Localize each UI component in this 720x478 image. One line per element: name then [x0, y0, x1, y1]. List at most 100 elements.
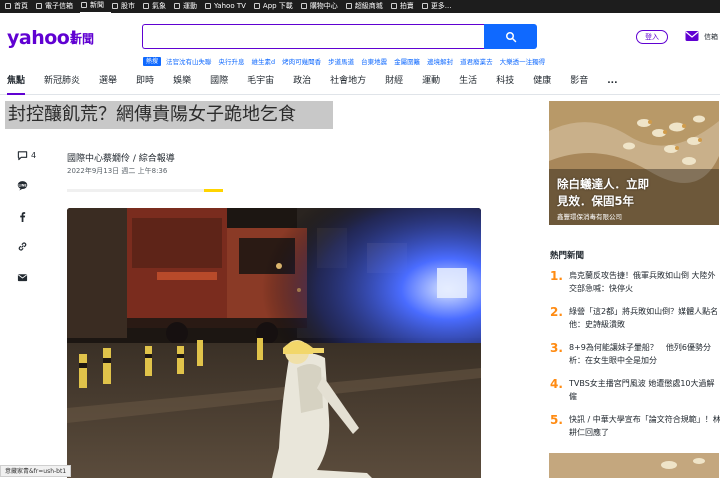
login-button[interactable]: 登入 — [636, 30, 668, 44]
trending-link[interactable]: 步道馬道 — [328, 56, 354, 66]
top-nav-label: 購物中心 — [309, 2, 338, 10]
top-nav-item[interactable]: 新聞 — [80, 0, 111, 14]
top-nav-item[interactable]: 更多... — [421, 0, 459, 13]
hot-news-link[interactable]: 烏克蘭反攻告捷！俄軍兵敗如山倒 大陸外交部急喊：快停火 — [569, 270, 720, 295]
category-tab[interactable]: 毛宇宙 — [247, 67, 274, 95]
yahoo-logo[interactable]: yahoo! — [7, 27, 78, 49]
ad-subtitle: 見效．保固5年 — [557, 194, 635, 208]
trending-link[interactable]: 台東地震 — [361, 56, 387, 66]
line-icon: LINE — [17, 180, 27, 191]
category-more-button[interactable]: ... — [607, 76, 617, 86]
hot-news-item[interactable]: 4. TVBS女主播宮門風波 她遭懲處10大過解僱 — [550, 377, 720, 408]
ad-sponsor: 鑫豐環保消毒有限公司 — [557, 213, 622, 221]
top-nav-label: 首頁 — [14, 2, 28, 10]
trending-link[interactable]: 道君廢業去 — [460, 56, 493, 66]
hot-news-link[interactable]: 8+9為何能讓妹子暈船？ 他列6優勢分析：在女生眼中全是加分 — [569, 342, 720, 367]
category-tab[interactable]: 健康 — [533, 67, 551, 95]
top-nav-item[interactable]: 購物中心 — [300, 0, 345, 13]
hot-news-rank: 4. — [550, 377, 563, 391]
hot-news-link[interactable]: 快訊 / 中華大學宣布「論文符合規範」！林耕仁回應了 — [569, 414, 720, 439]
category-tab[interactable]: 娛樂 — [173, 67, 191, 95]
facebook-icon — [20, 211, 26, 222]
copy-link-button[interactable] — [17, 239, 41, 253]
sidebar-ad-2[interactable] — [549, 453, 719, 478]
top-nav-label: 股市 — [121, 2, 135, 10]
category-tab[interactable]: 影音 — [570, 67, 588, 95]
nav-icon — [421, 3, 428, 9]
top-nav-label: 運動 — [183, 2, 197, 10]
nav-icon — [205, 3, 211, 9]
top-nav-label: 氣象 — [152, 2, 166, 10]
email-share-button[interactable] — [17, 270, 41, 284]
category-tab[interactable]: 新冠肺炎 — [44, 67, 80, 95]
svg-text:LINE: LINE — [18, 183, 27, 187]
category-tab[interactable]: 焦點 — [7, 67, 26, 95]
nav-icon — [143, 3, 149, 9]
article-date: 2022年9月13日 週二 上午8:36 — [67, 167, 168, 175]
hot-news-item[interactable]: 2. 綠營「這2都」將兵敗如山倒？媒體人點名他：史詩級潰敗 — [550, 305, 720, 336]
search-input[interactable] — [142, 24, 484, 49]
nav-icon — [174, 3, 180, 9]
comment-count: 4 — [31, 150, 37, 160]
category-tab[interactable]: 生活 — [459, 67, 477, 95]
sidebar-ad[interactable]: 除白蟻達人．立即 見效．保固5年 鑫豐環保消毒有限公司 — [549, 101, 719, 225]
hot-news-link[interactable]: 綠營「這2都」將兵敗如山倒？媒體人點名他：史詩級潰敗 — [569, 306, 720, 331]
top-nav-item[interactable]: 首頁 — [4, 0, 35, 13]
nav-icon — [36, 3, 42, 9]
nav-icon — [345, 3, 352, 9]
category-tab[interactable]: 政治 — [293, 67, 311, 95]
category-tab[interactable]: 國際 — [210, 67, 228, 95]
line-share-button[interactable]: LINE — [17, 178, 41, 192]
top-nav-label: 新聞 — [90, 1, 104, 9]
top-nav-item[interactable]: 電子信箱 — [35, 0, 80, 13]
ad-image — [549, 453, 719, 478]
trending-link[interactable]: 維生素d — [252, 56, 276, 66]
search-button[interactable] — [484, 24, 537, 49]
hot-news-item[interactable]: 1. 烏克蘭反攻告捷！俄軍兵敗如山倒 大陸外交部急喊：快停火 — [550, 269, 720, 300]
category-nav: 焦點 新冠肺炎 選舉 即時 娛樂 國際 毛宇宙 政治 社會地方 財經 運動 生活 科技 健康 影音... — [0, 67, 720, 95]
top-nav-item[interactable]: Yahoo TV — [204, 0, 253, 13]
top-nav-item[interactable]: 氣象 — [142, 0, 173, 13]
trending-link[interactable]: 大樂透一注獨得 — [500, 56, 546, 66]
article-author[interactable]: 國際中心蔡嫺伶 / 綜合報導 — [67, 151, 175, 164]
top-nav-item[interactable]: 拍賣 — [390, 0, 421, 13]
top-nav-bar: 首頁 電子信箱 新聞 股市 氣象 運動 Yahoo TV App 下載 購物中心 超級商城 拍賣 更多… — [0, 0, 720, 14]
news-logo-text[interactable]: 新聞 — [70, 30, 94, 47]
top-nav-item[interactable]: 超級商城 — [345, 0, 390, 13]
search-icon — [505, 31, 516, 42]
nav-icon — [112, 3, 118, 9]
category-tab[interactable]: 即時 — [136, 67, 154, 95]
article-headline: 封控釀飢荒？網傳貴陽女子跪地乞食 — [5, 101, 333, 129]
category-tab[interactable]: 社會地方 — [330, 67, 366, 95]
nav-icon — [81, 2, 87, 8]
trending-link[interactable]: 法官沈有山失聯 — [166, 56, 212, 66]
top-nav-item[interactable]: 股市 — [111, 0, 142, 13]
mail-label[interactable]: 信箱 — [704, 32, 718, 42]
top-nav-label: 拍賣 — [399, 2, 414, 10]
article-photo[interactable] — [67, 208, 481, 478]
top-nav-label: 更多... — [430, 2, 452, 10]
top-nav-item[interactable]: App 下載 — [253, 0, 300, 13]
hot-news-item[interactable]: 3. 8+9為何能讓妹子暈船？ 他列6優勢分析：在女生眼中全是加分 — [550, 341, 720, 372]
nav-icon — [5, 3, 11, 9]
top-nav-list: 首頁 電子信箱 新聞 股市 氣象 運動 Yahoo TV App 下載 購物中心 超級商城 拍賣 更多… — [4, 0, 459, 14]
trending-link[interactable]: 金屬圍籬 — [394, 56, 420, 66]
facebook-share-button[interactable] — [17, 209, 41, 223]
hot-news-rank: 1. — [550, 269, 563, 283]
top-nav-item[interactable]: 運動 — [173, 0, 204, 13]
category-tab[interactable]: 選舉 — [99, 67, 117, 95]
category-tab[interactable]: 財經 — [385, 67, 403, 95]
hot-news-title: 熱門新聞 — [550, 251, 585, 261]
category-tab[interactable]: 科技 — [496, 67, 514, 95]
header: yahoo! 新聞 熱搜 法官沈有山失聯 央行升息 維生素d 烤肉可幾聞香 步道馬道 台東… — [0, 13, 720, 67]
trending-link[interactable]: 邊境解封 — [427, 56, 453, 66]
hot-news-link[interactable]: TVBS女主播宮門風波 她遭懲處10大過解僱 — [569, 378, 720, 403]
category-tab[interactable]: 運動 — [422, 67, 440, 95]
mail-icon[interactable] — [685, 30, 699, 42]
email-icon — [17, 273, 28, 281]
comment-button[interactable]: 4 — [17, 148, 41, 162]
hot-news-rank: 5. — [550, 413, 563, 427]
trending-link[interactable]: 烤肉可幾聞香 — [282, 56, 321, 66]
hot-news-item[interactable]: 5. 快訊 / 中華大學宣布「論文符合規範」！林耕仁回應了 — [550, 413, 720, 444]
trending-link[interactable]: 央行升息 — [219, 56, 245, 66]
